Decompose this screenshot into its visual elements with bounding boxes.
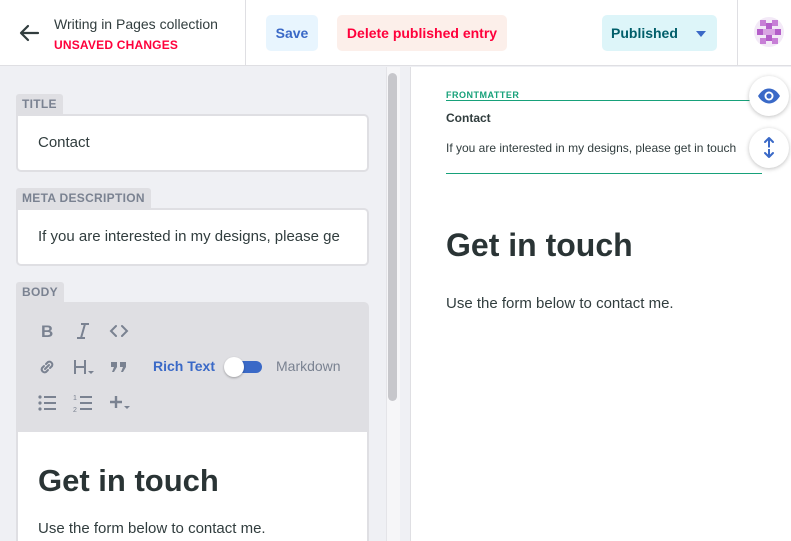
frontmatter-divider-top [446, 100, 762, 101]
title-field-label: TITLE [16, 94, 63, 115]
bold-icon[interactable]: B [36, 320, 58, 342]
markdown-mode-label[interactable]: Markdown [276, 358, 341, 374]
unsaved-status: UNSAVED CHANGES [54, 38, 179, 52]
link-icon[interactable] [36, 356, 58, 378]
heading-icon[interactable] [72, 356, 98, 378]
preview-heading: Get in touch [446, 227, 633, 263]
body-paragraph: Use the form below to contact me. [38, 520, 266, 537]
numbered-list-icon[interactable]: 12 [72, 392, 94, 414]
editor-topbar: Writing in Pages collection UNSAVED CHAN… [0, 0, 791, 66]
meta-description-field-label: META DESCRIPTION [16, 188, 151, 209]
frontmatter-label: FRONTMATTER [446, 90, 520, 100]
preview-paragraph: Use the form below to contact me. [446, 295, 674, 312]
preview-pane: FRONTMATTER Contact If you are intereste… [410, 67, 791, 541]
body-heading: Get in touch [38, 463, 219, 498]
back-to-collection-link[interactable]: Writing in Pages collection UNSAVED CHAN… [0, 0, 246, 66]
bulleted-list-icon[interactable] [36, 392, 58, 414]
frontmatter-title: Contact [446, 111, 491, 125]
editor-scrollbar-thumb[interactable] [388, 73, 397, 401]
code-icon[interactable] [108, 320, 130, 342]
publish-status-label: Published [611, 25, 678, 41]
sync-scroll-button[interactable] [749, 128, 789, 168]
add-component-icon[interactable] [108, 392, 134, 414]
body-field-label: BODY [16, 282, 64, 303]
delete-published-entry-button[interactable]: Delete published entry [337, 15, 507, 51]
svg-text:B: B [41, 322, 53, 341]
editor-mode-toggle[interactable] [224, 357, 262, 377]
publish-status-dropdown[interactable]: Published [602, 15, 717, 51]
title-input[interactable]: Contact [16, 114, 369, 172]
topbar-divider [737, 0, 738, 66]
meta-description-input[interactable]: If you are interested in my designs, ple… [16, 208, 369, 266]
toggle-knob [224, 357, 244, 377]
save-button[interactable]: Save [266, 15, 318, 51]
svg-text:1: 1 [73, 395, 77, 402]
svg-text:2: 2 [73, 407, 77, 414]
rich-text-mode-label[interactable]: Rich Text [153, 358, 215, 374]
body-editor-toolbar: B Rich Text Markdown 12 [16, 302, 369, 432]
italic-icon[interactable] [72, 320, 94, 342]
quote-icon[interactable] [108, 356, 130, 378]
collection-title: Writing in Pages collection [54, 16, 218, 32]
body-rich-text-editor[interactable]: Get in touch Use the form below to conta… [16, 432, 369, 541]
pane-divider [400, 67, 410, 541]
editor-pane: TITLE Contact META DESCRIPTION If you ar… [0, 67, 386, 541]
avatar[interactable] [754, 17, 784, 47]
frontmatter-divider-bottom [446, 173, 762, 174]
caret-down-icon [696, 31, 706, 37]
frontmatter-description: If you are interested in my designs, ple… [446, 141, 737, 155]
arrow-left-icon [18, 23, 40, 43]
toggle-preview-button[interactable] [749, 76, 789, 116]
